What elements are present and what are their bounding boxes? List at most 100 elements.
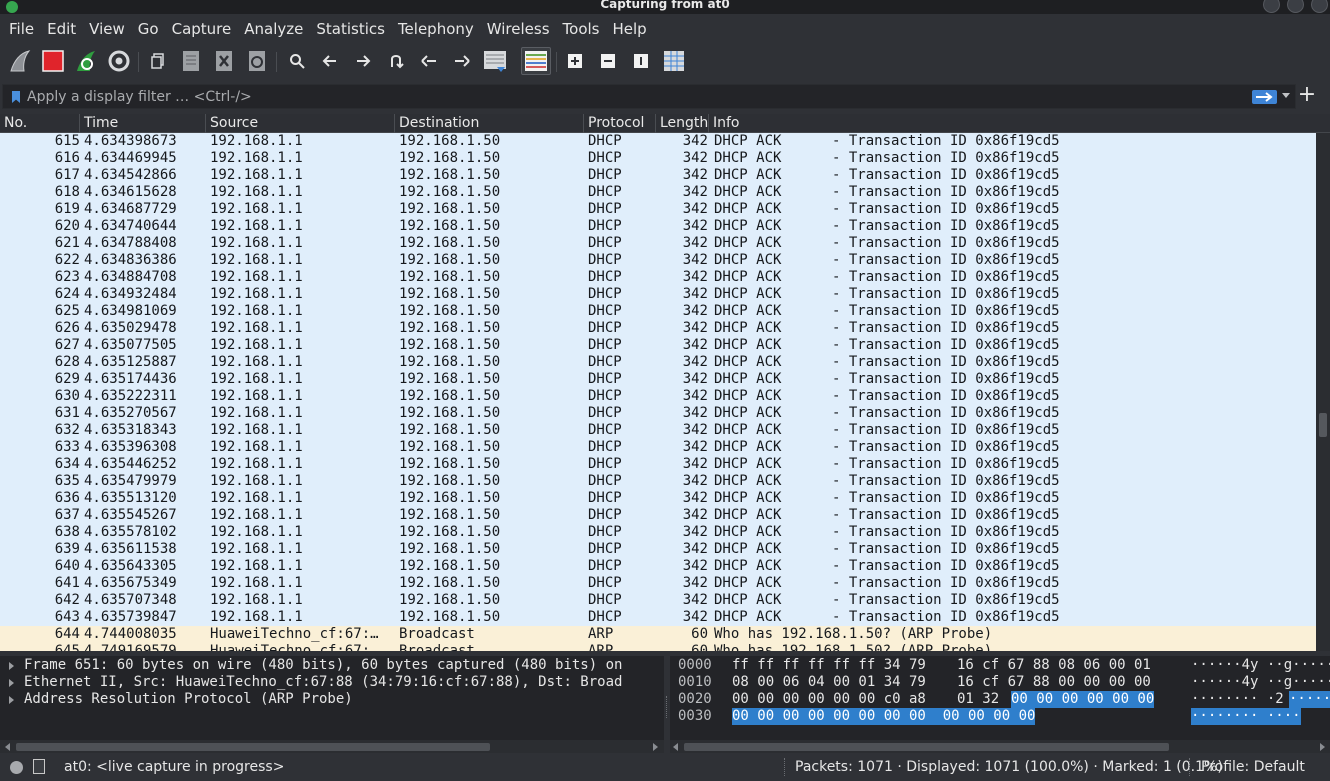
first-packet-icon[interactable]	[416, 47, 442, 75]
bytes-row[interactable]: 0000 ff ff ff ff ff ff 34 79 16 cf 67 88…	[670, 657, 1330, 674]
packet-row[interactable]: 615 4.634398673 192.168.1.1 192.168.1.50 DHC…	[0, 133, 1316, 150]
packet-row[interactable]: 621 4.634788408 192.168.1.1 192.168.1.50 DHC…	[0, 235, 1316, 252]
reload-file-icon[interactable]	[244, 47, 270, 75]
packet-row[interactable]: 626 4.635029478 192.168.1.1 192.168.1.50 DHC…	[0, 320, 1316, 337]
capture-options-icon[interactable]	[106, 47, 132, 75]
find-packet-icon[interactable]	[284, 47, 310, 75]
profile-label[interactable]: Profile: Default	[1201, 759, 1305, 775]
packet-row[interactable]: 618 4.634615628 192.168.1.1 192.168.1.50 DHC…	[0, 184, 1316, 201]
detail-row-arp[interactable]: Address Resolution Protocol (ARP Probe)	[0, 691, 664, 708]
display-filter-input[interactable]	[27, 87, 1237, 107]
detail-row-ethernet[interactable]: Ethernet II, Src: HuaweiTechno_cf:67:88 …	[0, 674, 664, 691]
column-header-time[interactable]: Time	[80, 114, 206, 133]
menu-help[interactable]: Help	[607, 20, 651, 38]
normal-size-icon[interactable]	[628, 47, 654, 75]
packet-row[interactable]: 616 4.634469945 192.168.1.1 192.168.1.50 DHC…	[0, 150, 1316, 167]
zoom-out-icon[interactable]	[595, 47, 621, 75]
packet-row[interactable]: 637 4.635545267 192.168.1.1 192.168.1.50 DHC…	[0, 507, 1316, 524]
packet-row[interactable]: 641 4.635675349 192.168.1.1 192.168.1.50 DHC…	[0, 575, 1316, 592]
menu-statistics[interactable]: Statistics	[311, 20, 390, 38]
filter-bookmark-icon[interactable]	[12, 91, 20, 103]
packet-list-scrollbar[interactable]	[1316, 133, 1330, 651]
recent-filters-dropdown-icon[interactable]	[1282, 93, 1290, 98]
colorize-icon[interactable]	[521, 47, 551, 75]
open-file-icon[interactable]	[145, 47, 171, 75]
menu-capture[interactable]: Capture	[167, 20, 237, 38]
scroll-right-icon[interactable]	[653, 743, 658, 751]
maximize-button[interactable]	[1287, 0, 1304, 13]
column-header-no[interactable]: No.	[0, 114, 80, 133]
column-header-protocol[interactable]: Protocol	[584, 114, 656, 133]
add-filter-button-icon[interactable]: +	[1297, 83, 1317, 107]
details-horizontal-scrollbar[interactable]	[0, 740, 664, 753]
zoom-in-icon[interactable]	[562, 47, 588, 75]
packet-row[interactable]: 628 4.635125887 192.168.1.1 192.168.1.50 DHC…	[0, 354, 1316, 371]
menu-view[interactable]: View	[84, 20, 130, 38]
resize-columns-icon[interactable]	[661, 47, 687, 75]
minimize-button[interactable]	[1263, 0, 1280, 13]
expert-info-led-icon[interactable]	[10, 761, 23, 774]
packet-row[interactable]: 636 4.635513120 192.168.1.1 192.168.1.50 DHC…	[0, 490, 1316, 507]
start-capture-icon[interactable]	[7, 47, 33, 75]
restart-capture-icon[interactable]	[73, 47, 99, 75]
auto-scroll-icon[interactable]	[482, 47, 508, 75]
expand-arrow-icon[interactable]	[9, 662, 14, 670]
cell-time: 4.635707348	[84, 592, 177, 608]
menu-analyze[interactable]: Analyze	[239, 20, 308, 38]
packet-row[interactable]: 642 4.635707348 192.168.1.1 192.168.1.50 DHC…	[0, 592, 1316, 609]
packet-row[interactable]: 645 4.749169579 HuaweiTechno_cf:67:… Broadc…	[0, 643, 1316, 651]
menu-go[interactable]: Go	[133, 20, 164, 38]
cell-source: 192.168.1.1	[210, 592, 303, 608]
menu-file[interactable]: File	[4, 20, 39, 38]
capture-comment-icon[interactable]	[33, 759, 45, 774]
close-button[interactable]	[1311, 0, 1328, 13]
packet-row[interactable]: 644 4.744008035 HuaweiTechno_cf:67:… Broadc…	[0, 626, 1316, 643]
scroll-right-icon[interactable]	[1320, 743, 1325, 751]
packet-row[interactable]: 634 4.635446252 192.168.1.1 192.168.1.50 DHC…	[0, 456, 1316, 473]
expand-arrow-icon[interactable]	[9, 679, 14, 687]
packet-row[interactable]: 630 4.635222311 192.168.1.1 192.168.1.50 DHC…	[0, 388, 1316, 405]
packet-row[interactable]: 639 4.635611538 192.168.1.1 192.168.1.50 DHC…	[0, 541, 1316, 558]
bytes-horizontal-scrollbar[interactable]	[670, 740, 1330, 753]
column-header-info[interactable]: Info	[709, 114, 1330, 133]
apply-filter-button[interactable]	[1252, 90, 1277, 104]
bytes-row[interactable]: 0010 08 00 06 04 00 01 34 79 16 cf 67 88…	[670, 674, 1330, 691]
packet-row[interactable]: 622 4.634836386 192.168.1.1 192.168.1.50 DHC…	[0, 252, 1316, 269]
packet-row[interactable]: 635 4.635479979 192.168.1.1 192.168.1.50 DHC…	[0, 473, 1316, 490]
packet-row[interactable]: 643 4.635739847 192.168.1.1 192.168.1.50 DHC…	[0, 609, 1316, 626]
scroll-left-icon[interactable]	[673, 743, 678, 751]
packet-row[interactable]: 617 4.634542866 192.168.1.1 192.168.1.50 DHC…	[0, 167, 1316, 184]
menu-tools[interactable]: Tools	[558, 20, 605, 38]
menu-wireless[interactable]: Wireless	[482, 20, 555, 38]
close-file-icon[interactable]	[211, 47, 237, 75]
packet-row[interactable]: 633 4.635396308 192.168.1.1 192.168.1.50 DHC…	[0, 439, 1316, 456]
column-header-destination[interactable]: Destination	[395, 114, 584, 133]
packet-row[interactable]: 632 4.635318343 192.168.1.1 192.168.1.50 DHC…	[0, 422, 1316, 439]
last-packet-icon[interactable]	[449, 47, 475, 75]
expand-arrow-icon[interactable]	[9, 696, 14, 704]
packet-row[interactable]: 619 4.634687729 192.168.1.1 192.168.1.50 DHC…	[0, 201, 1316, 218]
bytes-row[interactable]: 0030 00 00 00 00 00 00 00 00 00 00 00 00…	[670, 708, 1330, 725]
packet-row[interactable]: 623 4.634884708 192.168.1.1 192.168.1.50 DHC…	[0, 269, 1316, 286]
menu-telephony[interactable]: Telephony	[393, 20, 479, 38]
packet-row[interactable]: 629 4.635174436 192.168.1.1 192.168.1.50 DHC…	[0, 371, 1316, 388]
stop-capture-icon[interactable]	[40, 47, 66, 75]
packet-row[interactable]: 627 4.635077505 192.168.1.1 192.168.1.50 DHC…	[0, 337, 1316, 354]
bytes-row[interactable]: 0020 00 00 00 00 00 00 c0 a8 01 32 00 00…	[670, 691, 1330, 708]
column-header-length[interactable]: Length	[656, 114, 709, 133]
save-file-icon[interactable]	[178, 47, 204, 75]
packet-row[interactable]: 640 4.635643305 192.168.1.1 192.168.1.50 DHC…	[0, 558, 1316, 575]
packet-row[interactable]: 620 4.634740644 192.168.1.1 192.168.1.50 DHC…	[0, 218, 1316, 235]
scroll-left-icon[interactable]	[5, 743, 10, 751]
go-to-packet-icon[interactable]	[383, 47, 409, 75]
column-header-source[interactable]: Source	[206, 114, 395, 133]
go-back-icon[interactable]	[317, 47, 343, 75]
packet-row[interactable]: 631 4.635270567 192.168.1.1 192.168.1.50 DHC…	[0, 405, 1316, 422]
packet-counts-text[interactable]: Packets: 1071 · Displayed: 1071 (100.0%)…	[795, 759, 1223, 775]
menu-edit[interactable]: Edit	[42, 20, 81, 38]
packet-row[interactable]: 638 4.635578102 192.168.1.1 192.168.1.50 DHC…	[0, 524, 1316, 541]
packet-row[interactable]: 625 4.634981069 192.168.1.1 192.168.1.50 DHC…	[0, 303, 1316, 320]
packet-row[interactable]: 624 4.634932484 192.168.1.1 192.168.1.50 DHC…	[0, 286, 1316, 303]
go-forward-icon[interactable]	[350, 47, 376, 75]
detail-row-frame[interactable]: Frame 651: 60 bytes on wire (480 bits), …	[0, 657, 664, 674]
